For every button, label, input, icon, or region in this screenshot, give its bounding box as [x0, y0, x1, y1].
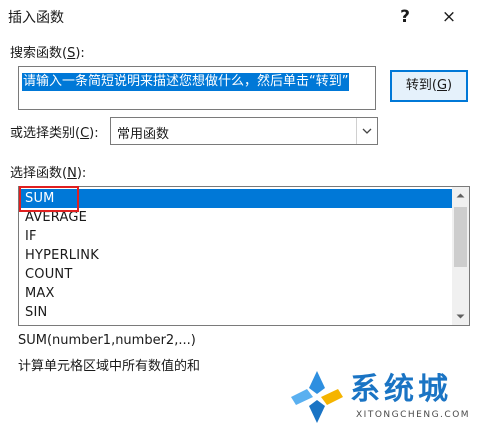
- goto-button[interactable]: 转到(G): [390, 70, 468, 102]
- category-selected-value: 常用函数: [117, 127, 170, 142]
- scroll-down-icon[interactable]: [452, 308, 469, 325]
- function-description: 计算单元格区域中所有数值的和: [18, 359, 201, 374]
- watermark-logo-icon: [291, 371, 343, 423]
- watermark-brand: 系统城: [350, 372, 452, 407]
- function-list-item[interactable]: COUNT: [20, 265, 73, 284]
- watermark-domain: XITONGCHENG.COM: [356, 410, 471, 420]
- scrollbar-thumb[interactable]: [454, 207, 467, 267]
- search-input[interactable]: 请输入一条简短说明来描述您想做什么，然后单击“转到”: [18, 66, 376, 110]
- category-select[interactable]: 常用函数: [110, 117, 378, 145]
- close-button[interactable]: ×: [436, 4, 462, 30]
- function-syntax: SUM(number1,number2,...): [18, 333, 196, 348]
- function-list-item[interactable]: IF: [20, 227, 37, 246]
- dialog-title: 插入函数: [8, 10, 64, 26]
- help-button[interactable]: ?: [392, 4, 418, 30]
- function-list-item[interactable]: SIN: [20, 303, 47, 322]
- annotation-highlight-box: [19, 186, 79, 212]
- function-list-item[interactable]: MAX: [20, 284, 55, 303]
- function-list[interactable]: SUM AVERAGE IF HYPERLINK COUNT MAX SIN: [18, 186, 470, 326]
- search-label: 搜索函数(S):: [10, 46, 85, 61]
- function-list-scrollbar[interactable]: [452, 187, 469, 325]
- function-list-item[interactable]: SUM: [20, 189, 452, 208]
- chevron-down-icon[interactable]: [356, 118, 377, 144]
- function-list-label: 选择函数(N):: [10, 166, 87, 181]
- search-input-value: 请输入一条简短说明来描述您想做什么，然后单击“转到”: [22, 73, 350, 91]
- category-label: 或选择类别(C):: [10, 126, 99, 141]
- function-list-item[interactable]: HYPERLINK: [20, 246, 99, 265]
- scroll-up-icon[interactable]: [452, 187, 469, 204]
- watermark: 系统城 XITONGCHENG.COM: [284, 360, 480, 431]
